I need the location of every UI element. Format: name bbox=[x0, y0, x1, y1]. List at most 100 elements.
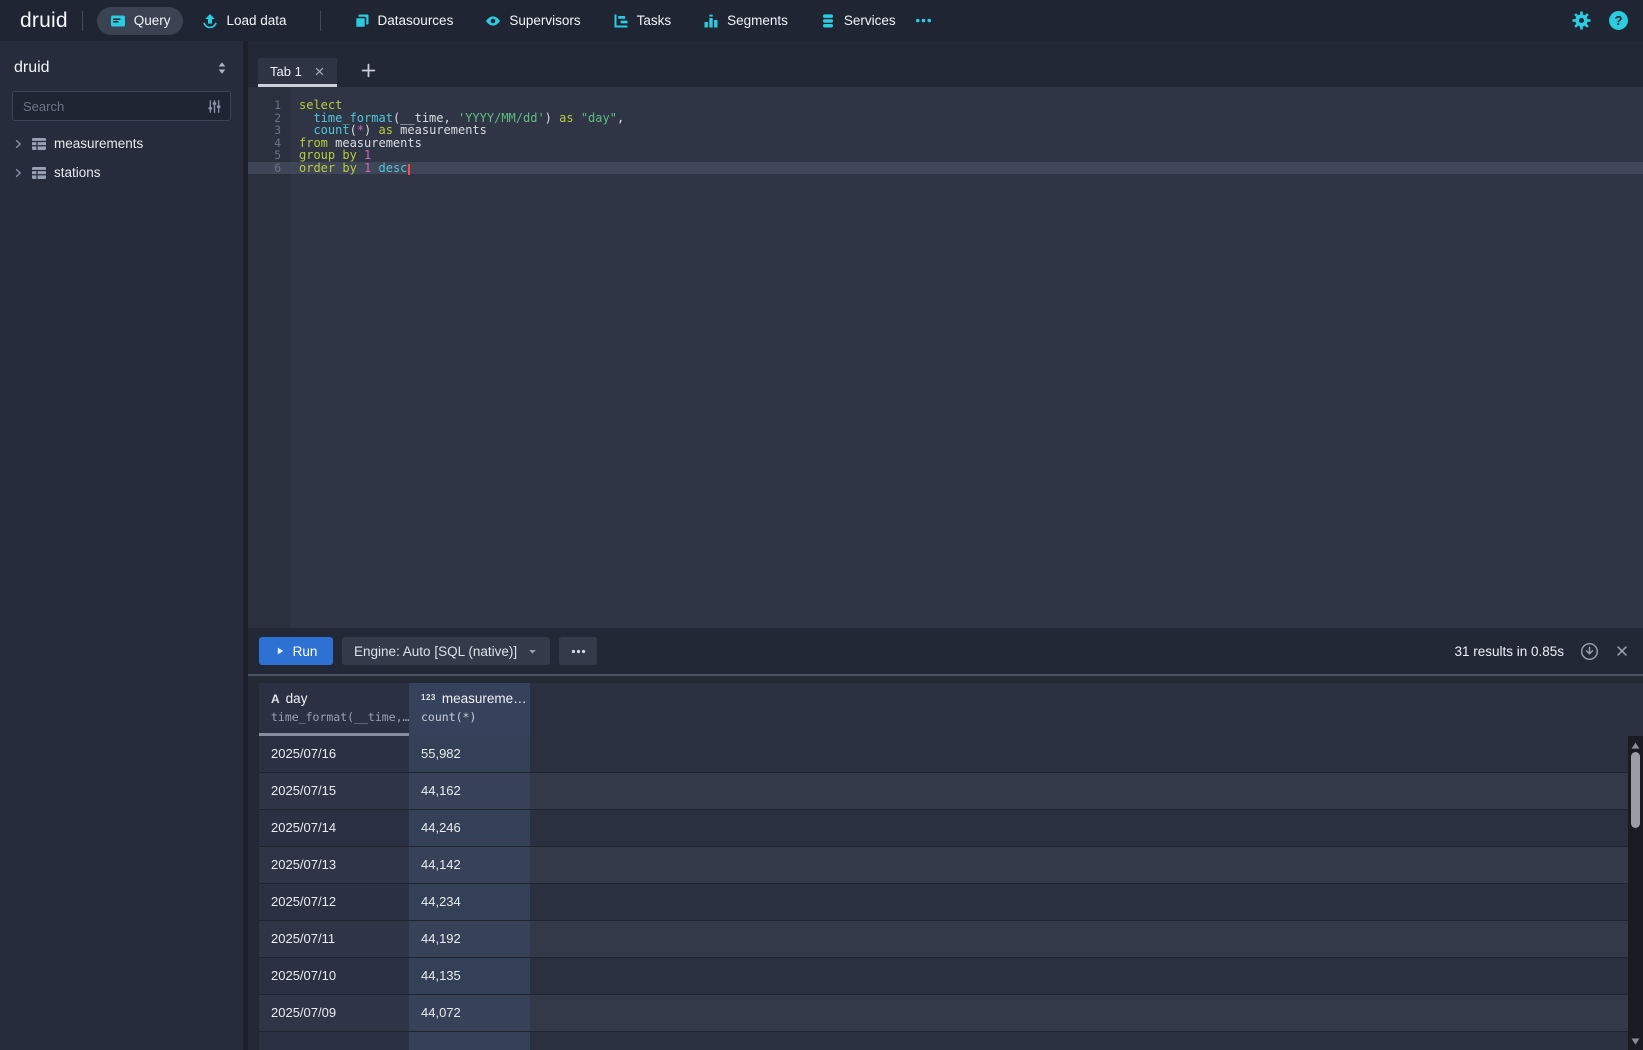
search-input[interactable] bbox=[23, 99, 207, 114]
results-table: Adaytime_format(__time,… 123 measureme… cou… bbox=[248, 678, 1643, 1050]
svg-text:?: ? bbox=[1614, 13, 1622, 28]
tab-label: Tab 1 bbox=[270, 64, 302, 79]
cell-day[interactable]: 2025/07/13 bbox=[259, 847, 409, 883]
table-icon bbox=[31, 136, 47, 152]
results-scrollbar[interactable] bbox=[1628, 736, 1643, 1050]
cell-day[interactable]: 2025/07/16 bbox=[259, 736, 409, 772]
table-row bbox=[259, 1032, 1643, 1050]
table-row: 2025/07/1044,135 bbox=[259, 958, 1643, 995]
schema-sidebar: druid measurements stations bbox=[0, 41, 243, 1050]
cell-measurements[interactable]: 44,072 bbox=[409, 995, 530, 1031]
download-icon[interactable] bbox=[1580, 642, 1599, 661]
search-box bbox=[12, 91, 231, 121]
nav-item-datasources[interactable]: Datasources bbox=[341, 7, 467, 35]
cell-day[interactable]: 2025/07/12 bbox=[259, 884, 409, 920]
plus-icon bbox=[360, 62, 377, 79]
cell-day[interactable]: 2025/07/15 bbox=[259, 773, 409, 809]
nav-item-query[interactable]: Query bbox=[97, 7, 184, 35]
tree-item-stations[interactable]: stations bbox=[0, 158, 243, 187]
chevron-right-icon[interactable] bbox=[12, 167, 24, 179]
cell-day[interactable]: 2025/07/14 bbox=[259, 810, 409, 846]
text-cursor bbox=[408, 164, 410, 175]
tree-item-measurements[interactable]: measurements bbox=[0, 129, 243, 158]
double-caret-vertical-icon[interactable] bbox=[215, 61, 229, 75]
play-icon bbox=[275, 646, 285, 656]
scrollbar-thumb[interactable] bbox=[1631, 752, 1640, 828]
scroll-up-arrow[interactable] bbox=[1628, 738, 1643, 752]
more-icon bbox=[915, 12, 932, 29]
cell-measurements[interactable]: 44,135 bbox=[409, 958, 530, 994]
segments-icon bbox=[703, 13, 719, 29]
cell-day[interactable]: 2025/07/11 bbox=[259, 921, 409, 957]
nav-item-label: Query bbox=[134, 13, 171, 28]
nav-item-label: Segments bbox=[727, 13, 788, 28]
gear-icon[interactable] bbox=[1572, 11, 1591, 30]
table-row: 2025/07/1444,246 bbox=[259, 810, 1643, 847]
cell-measurements[interactable]: 44,246 bbox=[409, 810, 530, 846]
services-icon bbox=[820, 13, 836, 29]
table-row: 2025/07/1344,142 bbox=[259, 847, 1643, 884]
druid-logo[interactable]: druid bbox=[12, 9, 68, 33]
druid-console: druid Query Load data Datasources Superviso… bbox=[0, 0, 1643, 1050]
close-results-icon[interactable] bbox=[1615, 644, 1629, 658]
run-more-button[interactable] bbox=[559, 637, 597, 665]
run-button[interactable]: Run bbox=[259, 637, 333, 665]
column-header-day[interactable]: Adaytime_format(__time,… bbox=[259, 683, 409, 736]
nav-item-segments[interactable]: Segments bbox=[690, 7, 801, 35]
table-name: stations bbox=[54, 165, 101, 180]
filter-icon[interactable] bbox=[207, 99, 222, 114]
cell-measurements[interactable] bbox=[409, 1032, 530, 1050]
code-line: from measurements bbox=[299, 137, 1643, 150]
column-name: day bbox=[286, 691, 308, 706]
nav-item-services[interactable]: Services bbox=[807, 7, 909, 35]
sql-editor[interactable]: 123456 select time_format(__time, 'YYYY/… bbox=[248, 87, 1643, 628]
run-button-label: Run bbox=[293, 644, 318, 659]
code-line: count(*) as measurements bbox=[299, 124, 1643, 137]
top-nav: druid Query Load data Datasources Superviso… bbox=[0, 0, 1643, 41]
nav-more-button[interactable] bbox=[909, 12, 938, 29]
code-line: time_format(__time, 'YYYY/MM/dd') as "da… bbox=[299, 112, 1643, 125]
table-row: 2025/07/0944,072 bbox=[259, 995, 1643, 1032]
engine-dropdown-label: Engine: Auto [SQL (native)] bbox=[354, 644, 517, 659]
nav-item-label: Tasks bbox=[637, 13, 672, 28]
cell-measurements[interactable]: 44,192 bbox=[409, 921, 530, 957]
cell-measurements[interactable]: 55,982 bbox=[409, 736, 530, 772]
nav-item-label: Services bbox=[844, 13, 896, 28]
upload-icon bbox=[202, 13, 218, 29]
line-number: 5 bbox=[248, 149, 290, 162]
nav-right: ? bbox=[1572, 10, 1629, 31]
nav-item-supervisors[interactable]: Supervisors bbox=[472, 7, 593, 35]
cell-measurements[interactable]: 44,142 bbox=[409, 847, 530, 883]
triangle-down-icon bbox=[1631, 1038, 1640, 1045]
line-number: 2 bbox=[248, 112, 290, 125]
scroll-down-arrow[interactable] bbox=[1628, 1034, 1643, 1048]
table-icon bbox=[31, 165, 47, 181]
column-type-icon: 123 bbox=[421, 693, 436, 702]
help-icon[interactable]: ? bbox=[1608, 10, 1629, 31]
results-count-text: 31 results in 0.85s bbox=[1454, 644, 1564, 659]
schema-selector[interactable]: druid bbox=[0, 41, 243, 91]
tab-close-icon[interactable] bbox=[314, 66, 325, 77]
cell-day[interactable]: 2025/07/09 bbox=[259, 995, 409, 1031]
add-tab-button[interactable] bbox=[360, 62, 377, 79]
nav-item-tasks[interactable]: Tasks bbox=[600, 7, 685, 35]
nav-item-label: Supervisors bbox=[509, 13, 580, 28]
cell-day[interactable]: 2025/07/10 bbox=[259, 958, 409, 994]
nav-items: Query Load data Datasources Supervisors Task… bbox=[97, 7, 909, 35]
column-header-measureme-[interactable]: 123 measureme… count(*) bbox=[409, 683, 530, 736]
engine-dropdown[interactable]: Engine: Auto [SQL (native)] bbox=[342, 637, 550, 665]
column-name: measureme… bbox=[442, 691, 527, 706]
cell-measurements[interactable]: 44,162 bbox=[409, 773, 530, 809]
tab-query-1[interactable]: Tab 1 bbox=[258, 58, 337, 84]
column-expression: count(*) bbox=[421, 710, 530, 724]
nav-item-label: Load data bbox=[226, 13, 286, 28]
table-row: 2025/07/1244,234 bbox=[259, 884, 1643, 921]
editor-code: select time_format(__time, 'YYYY/MM/dd')… bbox=[290, 87, 1643, 628]
chevron-right-icon[interactable] bbox=[12, 138, 24, 150]
line-number: 6 bbox=[248, 162, 290, 175]
code-line: group by 1 bbox=[299, 149, 1643, 162]
nav-item-load-data[interactable]: Load data bbox=[189, 7, 299, 35]
run-bar-right: 31 results in 0.85s bbox=[1454, 642, 1629, 661]
cell-measurements[interactable]: 44,234 bbox=[409, 884, 530, 920]
cell-day[interactable] bbox=[259, 1032, 409, 1050]
